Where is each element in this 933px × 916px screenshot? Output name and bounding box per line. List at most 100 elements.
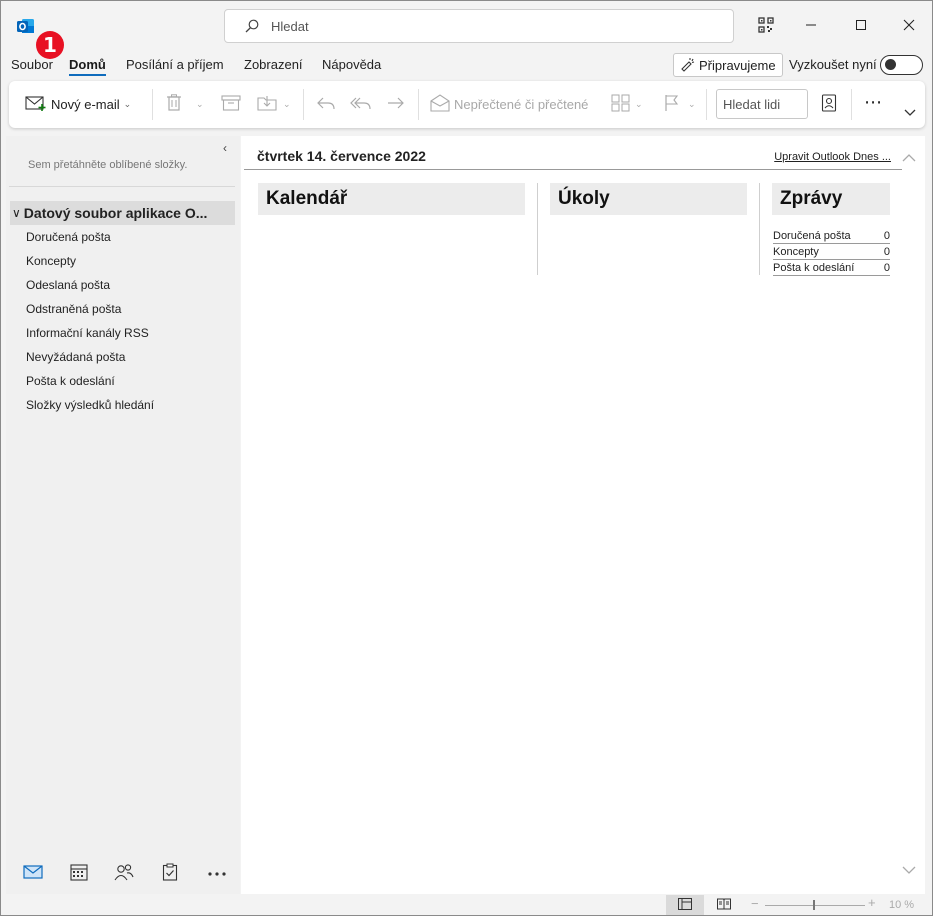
message-folder-label: Koncepty [773,245,819,258]
zoom-slider[interactable] [765,905,865,906]
new-email-button[interactable]: Nový e-mail ⌄ [25,93,131,115]
message-row[interactable]: Doručená pošta 0 [773,228,890,244]
unread-read-label: Nepřečtené či přečtené [454,96,589,112]
tab-home[interactable]: Domů [69,57,106,76]
more-icon: ⋯ [864,91,883,112]
mail-nav-button[interactable] [20,861,46,885]
ribbon-divider [152,89,153,120]
chevron-down-icon[interactable]: ⌄ [283,99,291,110]
tab-send-receive[interactable]: Posílání a příjem [126,57,224,72]
tab-view[interactable]: Zobrazení [244,57,303,72]
outlook-today-pane: čtvrtek 14. července 2022 Upravit Outloo… [241,136,925,894]
messages-heading[interactable]: Zprávy [772,183,890,215]
scroll-down-button[interactable] [902,864,916,878]
folder-sent[interactable]: Odeslaná pošta [26,278,110,292]
move-button[interactable]: ⌄ [257,93,291,115]
chevron-down-icon[interactable]: ⌄ [196,99,204,110]
unread-read-button[interactable]: Nepřečtené či přečtené [430,93,588,115]
chevron-down-icon[interactable]: ⌄ [124,99,132,110]
column-divider [759,183,760,275]
outlook-window: 1 Hledat Soubor Domů Posílání a příjem Z… [0,0,933,916]
forward-button[interactable] [386,93,406,115]
folder-outbox[interactable]: Pošta k odeslání [26,374,115,388]
folder-rss[interactable]: Informační kanály RSS [26,326,149,340]
find-people-input[interactable] [717,90,807,118]
flag-button[interactable]: ⌄ [664,93,696,115]
more-commands-button[interactable]: ⋯ [864,91,883,113]
tasks-nav-button[interactable] [157,861,183,885]
people-nav-button[interactable] [111,861,137,885]
delete-button[interactable]: ⌄ [166,93,204,115]
account-name: Datový soubor aplikace O... [23,205,208,221]
maximize-button[interactable] [846,11,876,41]
ribbon-expand-button[interactable] [904,103,916,125]
try-now-toggle[interactable] [880,55,923,75]
chevron-down-icon[interactable]: ∨ [12,206,21,220]
message-folder-label: Pošta k odeslání [773,261,855,274]
forward-icon [386,95,406,114]
close-icon [903,19,915,34]
people-icon [113,863,135,884]
search-input[interactable] [271,16,711,36]
folder-inbox[interactable]: Doručená pošta [26,230,111,244]
zoom-slider-thumb[interactable] [813,900,815,910]
zoom-in-button[interactable]: + [868,895,876,910]
calendar-heading[interactable]: Kalendář [258,183,525,215]
categorize-button[interactable]: ⌄ [611,93,643,115]
status-bar: − + 10 % [1,895,932,915]
address-book-button[interactable] [821,93,837,115]
customize-outlook-today-link[interactable]: Upravit Outlook Dnes ... [774,151,891,163]
toggle-knob [885,59,896,70]
close-button[interactable] [894,11,924,41]
folder-deleted[interactable]: Odstraněná pošta [26,302,121,316]
collapse-pane-button[interactable]: ‹ [223,141,227,155]
calendar-nav-button[interactable] [66,861,92,885]
favorites-hint: Sem přetáhněte oblíbené složky. [28,159,188,171]
message-folder-label: Doručená pošta [773,229,851,242]
folder-drafts[interactable]: Koncepty [26,254,76,268]
normal-view-icon [678,897,692,913]
outlook-logo-icon [17,17,35,35]
reply-icon [316,95,336,114]
mail-icon [23,864,43,883]
minimize-icon [805,19,817,34]
chevron-down-icon[interactable]: ⌄ [635,99,643,110]
qr-code-icon[interactable] [758,17,774,33]
folder-search-results[interactable]: Složky výsledků hledání [26,398,154,412]
step-number-badge: 1 [36,31,64,59]
coming-soon-label: Připravujeme [699,57,776,73]
message-count: 0 [883,245,890,258]
archive-button[interactable] [221,93,241,115]
reply-all-button[interactable] [350,93,372,115]
coming-soon-button[interactable]: Připravujeme [673,53,783,77]
reply-button[interactable] [316,93,336,115]
search-icon [245,19,259,36]
tab-help[interactable]: Nápověda [322,57,381,72]
reading-view-icon [717,898,731,913]
normal-view-button[interactable] [666,895,704,915]
reading-view-button[interactable] [705,895,743,915]
more-apps-button[interactable] [204,861,230,885]
menu-bar: Soubor Domů Posílání a příjem Zobrazení … [1,53,932,77]
ribbon-divider [303,89,304,120]
message-row[interactable]: Koncepty 0 [773,244,890,260]
ribbon-divider [418,89,419,120]
find-people-box[interactable] [716,89,808,119]
folder-junk[interactable]: Nevyžádaná pošta [26,350,125,364]
address-book-icon [821,93,837,115]
zoom-out-button[interactable]: − [751,896,759,911]
zoom-level[interactable]: 10 % [889,899,914,911]
message-row[interactable]: Pošta k odeslání 0 [773,260,890,276]
search-box[interactable] [224,9,734,43]
tasks-icon [162,863,178,884]
module-navigation [6,854,240,894]
account-header[interactable]: ∨ Datový soubor aplikace O... [10,201,235,225]
scroll-up-button[interactable] [902,152,916,166]
archive-icon [221,94,241,114]
tasks-heading[interactable]: Úkoly [550,183,747,215]
categorize-icon [611,94,631,115]
minimize-button[interactable] [796,11,826,41]
chevron-down-icon[interactable]: ⌄ [688,99,696,110]
reply-all-icon [350,95,372,114]
tab-file[interactable]: Soubor [11,57,53,72]
